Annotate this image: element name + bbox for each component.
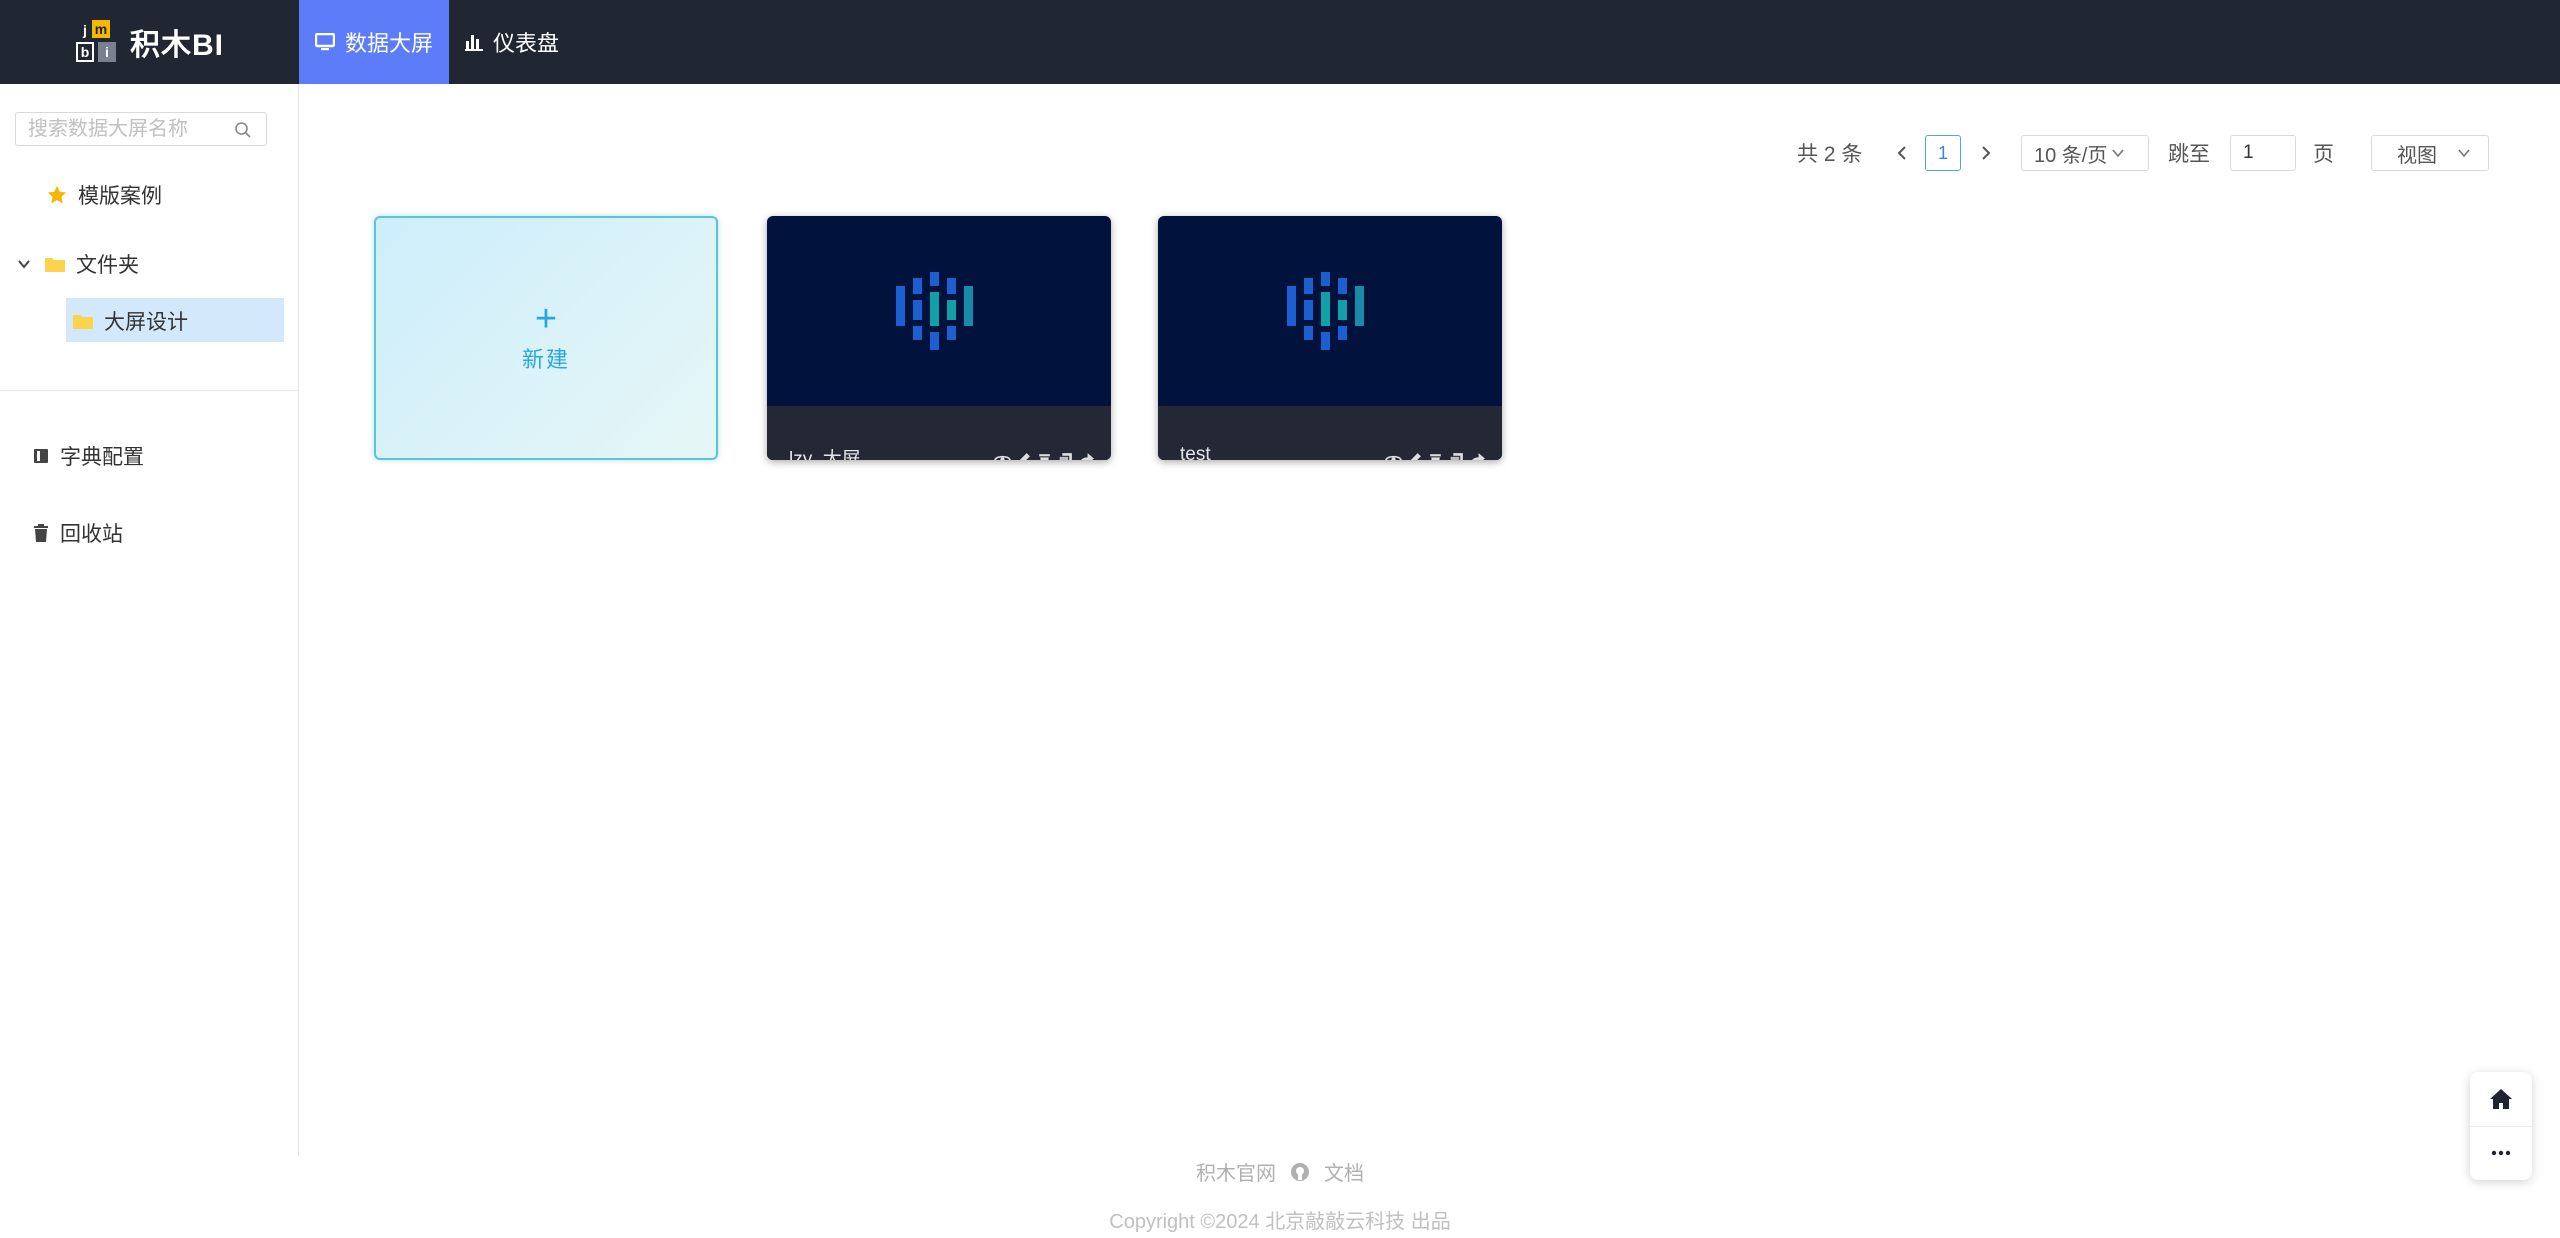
eye-icon[interactable]: [1385, 451, 1402, 460]
nav-tab-label: 数据大屏: [345, 31, 434, 56]
folder-icon: [45, 258, 65, 272]
plus-icon: +: [534, 298, 558, 340]
nav-tab-dashboard[interactable]: 仪表盘: [449, 0, 575, 84]
chevron-down-icon[interactable]: [16, 256, 32, 272]
sidebar-item-label: 文件夹: [76, 254, 139, 277]
trash-icon: [34, 524, 48, 542]
logo-blocks-icon: j m b i: [72, 18, 122, 66]
screen-thumbnail-icon: [896, 272, 973, 350]
copyright-text: Copyright ©2024 北京敲敲云科技 出品: [1109, 1211, 1451, 1233]
folder-icon: [73, 315, 93, 329]
prev-page-icon[interactable]: [1893, 144, 1911, 162]
page-size-value: 10 条/页: [2034, 144, 2108, 167]
nav-tab-label: 仪表盘: [493, 31, 560, 56]
bar-chart-icon: [465, 35, 484, 51]
share-icon[interactable]: [1078, 451, 1095, 460]
page-suffix-label: 页: [2313, 143, 2334, 166]
share-icon[interactable]: [1469, 451, 1486, 460]
card-actions: [994, 451, 1095, 460]
monitor-icon: [315, 33, 335, 51]
copy-icon[interactable]: [1448, 451, 1465, 460]
sidebar: 模版案例 文件夹 大屏设计 字典配置 回收站: [0, 84, 299, 1156]
total-count: 共 2 条: [1797, 143, 1863, 166]
eye-icon[interactable]: [994, 451, 1011, 460]
chevron-down-icon: [2458, 149, 2470, 158]
nav-tab-data-screen[interactable]: 数据大屏: [299, 0, 450, 84]
book-icon: [34, 449, 48, 463]
delete-icon[interactable]: [1427, 451, 1444, 460]
card-actions: [1385, 451, 1486, 460]
screen-thumbnail-icon: [1287, 272, 1364, 350]
jump-label: 跳至: [2168, 143, 2210, 166]
main-nav: 数据大屏 仪表盘: [299, 0, 575, 84]
page-number-button[interactable]: 1: [1925, 135, 1961, 171]
new-screen-card[interactable]: + 新建: [374, 216, 718, 460]
edit-icon[interactable]: [1015, 451, 1032, 460]
delete-icon[interactable]: [1036, 451, 1053, 460]
sidebar-divider: [0, 390, 298, 391]
floating-toolbar: [2470, 1072, 2532, 1180]
sidebar-item-templates[interactable]: 模版案例: [46, 180, 162, 210]
sidebar-item-label: 大屏设计: [104, 311, 188, 334]
chevron-down-icon: [2112, 149, 2124, 158]
more-icon[interactable]: [2491, 1150, 2511, 1156]
app-logo[interactable]: j m b i 积木BI: [72, 18, 224, 66]
search-input[interactable]: [26, 113, 230, 145]
sidebar-item-label: 回收站: [60, 523, 123, 546]
search-box: [15, 112, 267, 146]
star-icon: [47, 185, 67, 204]
jump-page-input[interactable]: [2230, 135, 2296, 171]
sidebar-item-label: 模版案例: [78, 185, 162, 208]
floating-toolbar-divider: [2470, 1126, 2532, 1127]
search-icon[interactable]: [234, 121, 252, 139]
next-page-icon[interactable]: [1977, 144, 1995, 162]
screen-card-title: lzy_大屏: [789, 449, 861, 460]
sidebar-item-folder[interactable]: 文件夹: [16, 249, 139, 279]
docs-link[interactable]: 文档: [1324, 1157, 1364, 1186]
sidebar-item-dictionary[interactable]: 字典配置: [32, 441, 144, 471]
new-card-label: 新建: [521, 347, 570, 372]
logo-text: 积木BI: [130, 29, 224, 62]
github-icon[interactable]: [1290, 1162, 1310, 1182]
sidebar-item-screen-design[interactable]: 大屏设计: [66, 298, 284, 342]
screen-card[interactable]: lzy_大屏: [767, 216, 1111, 460]
sidebar-item-label: 字典配置: [60, 446, 144, 469]
page-size-select[interactable]: 10 条/页: [2021, 135, 2149, 171]
home-icon[interactable]: [2489, 1088, 2513, 1110]
view-select[interactable]: 视图: [2371, 135, 2489, 171]
official-site-link[interactable]: 积木官网: [1196, 1157, 1276, 1186]
top-bar: j m b i 积木BI 数据大屏 仪表盘: [0, 0, 2560, 84]
copy-icon[interactable]: [1057, 451, 1074, 460]
edit-icon[interactable]: [1406, 451, 1423, 460]
screen-card-title: test: [1180, 444, 1211, 460]
screen-card[interactable]: test: [1158, 216, 1502, 460]
view-select-value: 视图: [2397, 144, 2437, 167]
sidebar-item-recycle-bin[interactable]: 回收站: [32, 518, 123, 548]
footer-links: 积木官网 文档: [0, 1157, 2560, 1186]
